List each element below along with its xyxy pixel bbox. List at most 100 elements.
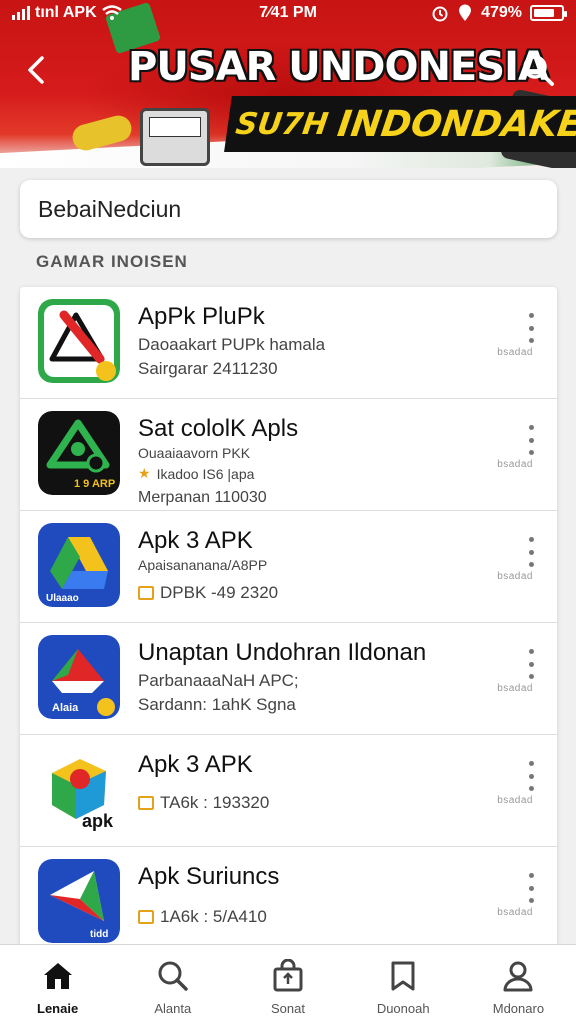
- more-options-button[interactable]: [525, 537, 537, 567]
- app-detail-text: TA6k : 193320: [160, 793, 270, 812]
- banner-subtitle-left: SU7H: [233, 106, 331, 142]
- app-detail-text: Sairgarar 2411230: [138, 359, 278, 378]
- more-dot-icon: [528, 661, 534, 667]
- list-item[interactable]: tidd Apk Suriuncs 1A6k : 5/A410 bsadad: [20, 847, 557, 947]
- app-detail: TA6k : 193320: [138, 793, 269, 813]
- app-icon-badge: Ulaaao: [46, 593, 79, 604]
- app-meta: bsadad: [497, 907, 533, 918]
- app-icon-3: Ulaaao: [38, 523, 120, 607]
- nav-label: Duonoah: [376, 1001, 430, 1016]
- app-icon-badge: apk: [82, 811, 114, 831]
- more-options-button[interactable]: [525, 649, 537, 679]
- nav-item-home[interactable]: Lenaie: [0, 945, 115, 1024]
- app-name: Unaptan Undohran Ildonan: [138, 639, 427, 666]
- list-item[interactable]: 1 9 ARP Sat cololK Apls Ouaaiaavorn PKK …: [20, 399, 557, 511]
- search-button[interactable]: [518, 50, 558, 90]
- status-bar: tınl APK 7⁄41 PM 479%: [0, 0, 576, 28]
- bookmark-icon: [391, 961, 415, 991]
- app-description: Apaisananana/A8PP: [138, 557, 268, 573]
- banner-subtitle-right: INDONDAKE: [335, 103, 576, 145]
- drive-triangle-icon: Ulaaao: [38, 523, 120, 607]
- more-dot-icon: [528, 773, 534, 779]
- list-item[interactable]: Ulaaao Apk 3 APK Apaisananana/A8PP DPBK …: [20, 511, 557, 623]
- calculator-decoration: [140, 108, 210, 166]
- app-list: ApPk PluPk Daoaakart PUPk hamala Sairgar…: [20, 287, 557, 947]
- banner-subtitle: SU7H INDONDAKE: [224, 96, 576, 152]
- more-dot-icon: [528, 425, 534, 430]
- more-dot-icon: [528, 338, 534, 343]
- search-icon: [158, 961, 188, 991]
- app-meta: bsadad: [497, 795, 533, 806]
- app-icon-1: [38, 299, 120, 383]
- more-dot-icon: [528, 313, 534, 318]
- app-detail-text: 1A6k : 5/A410: [160, 907, 267, 926]
- list-item[interactable]: apk Apk 3 APK TA6k : 193320 bsadad: [20, 735, 557, 847]
- more-dot-icon: [528, 873, 534, 878]
- nav-label: Mdonaro: [492, 1001, 545, 1016]
- back-button[interactable]: [20, 50, 56, 90]
- tag-icon: [138, 586, 154, 600]
- more-dot-icon: [528, 786, 534, 791]
- paper-plane-icon: tidd: [38, 859, 120, 943]
- app-meta: bsadad: [497, 347, 533, 358]
- app-description: ParbanaaaNaH APC;: [138, 671, 299, 690]
- app-name: Apk 3 APK: [138, 751, 253, 778]
- home-icon: [43, 963, 72, 989]
- header-banner: tınl APK 7⁄41 PM 479% PUSAR UNDONESIA SU…: [0, 0, 576, 168]
- search-icon: [523, 55, 554, 86]
- nav-label: Alanta: [154, 1001, 192, 1016]
- list-item[interactable]: ApPk PluPk Daoaakart PUPk hamala Sairgar…: [20, 287, 557, 399]
- more-dot-icon: [528, 761, 534, 766]
- leaf-triangle-icon: 1 9 ARP: [38, 411, 120, 495]
- app-meta: bsadad: [497, 683, 533, 694]
- bottom-navigation: Lenaie Alanta Sonat Duonoah Mdonaro: [0, 944, 576, 1024]
- app-meta: bsadad: [497, 459, 533, 470]
- section-title: GAMAR INOISEN: [36, 252, 188, 271]
- nav-item-profile[interactable]: Mdonaro: [461, 945, 576, 1024]
- app-icon-badge: 1 9 ARP: [74, 478, 115, 490]
- app-detail-text: DPBK -49 2320: [160, 583, 279, 602]
- app-detail-text: Sardann: 1ahK Sgna: [138, 695, 296, 714]
- app-name: Apk Suriuncs: [138, 863, 280, 890]
- app-detail: 1A6k : 5/A410: [138, 907, 267, 927]
- nav-item-shop[interactable]: Sonat: [230, 945, 345, 1024]
- app-description: Daoaakart PUPk hamala: [138, 335, 326, 354]
- more-options-button[interactable]: [525, 425, 537, 455]
- app-icon-2: 1 9 ARP: [38, 411, 120, 495]
- app-icon-badge: tidd: [90, 929, 108, 940]
- nav-item-saved[interactable]: Duonoah: [346, 945, 461, 1024]
- nav-label: Sonat: [271, 1001, 305, 1016]
- app-detail: Sairgarar 2411230: [138, 359, 278, 379]
- app-icon-6: tidd: [38, 859, 120, 943]
- more-dot-icon: [528, 437, 534, 443]
- star-icon: ★: [138, 465, 151, 481]
- cube-icon: apk: [38, 747, 120, 831]
- search-input-value: BebaiNedciun: [38, 195, 182, 222]
- more-dot-icon: [528, 674, 534, 679]
- more-dot-icon: [528, 537, 534, 542]
- tag-icon: [138, 910, 154, 924]
- app-detail-secondary: Merpanan 110030: [138, 489, 267, 506]
- battery-percent: 479%: [481, 4, 522, 21]
- profile-icon: [503, 961, 533, 992]
- play-triangle-icon: Alaia: [38, 635, 120, 719]
- app-detail-text: Ikadoo IS6 |apa: [156, 465, 255, 482]
- bag-icon: [273, 959, 303, 992]
- app-meta: bsadad: [497, 571, 533, 582]
- more-options-button[interactable]: [525, 873, 537, 903]
- nav-item-search[interactable]: Alanta: [115, 945, 230, 1024]
- app-description: Ouaaiaavorn PKK: [138, 445, 251, 461]
- more-dot-icon: [528, 325, 534, 331]
- location-icon: [459, 4, 472, 21]
- app-detail: DPBK -49 2320: [138, 583, 278, 603]
- more-dot-icon: [528, 549, 534, 555]
- app-icon-badge: Alaia: [52, 702, 79, 714]
- warning-triangle-icon: [38, 299, 120, 383]
- list-item[interactable]: Alaia Unaptan Undohran Ildonan Parbanaaa…: [20, 623, 557, 735]
- more-options-button[interactable]: [525, 313, 537, 343]
- banner-title: PUSAR UNDONESIA: [128, 44, 549, 90]
- more-options-button[interactable]: [525, 761, 537, 791]
- search-input[interactable]: BebaiNedciun: [20, 180, 557, 238]
- more-dot-icon: [528, 450, 534, 455]
- nav-label: Lenaie: [37, 1001, 79, 1016]
